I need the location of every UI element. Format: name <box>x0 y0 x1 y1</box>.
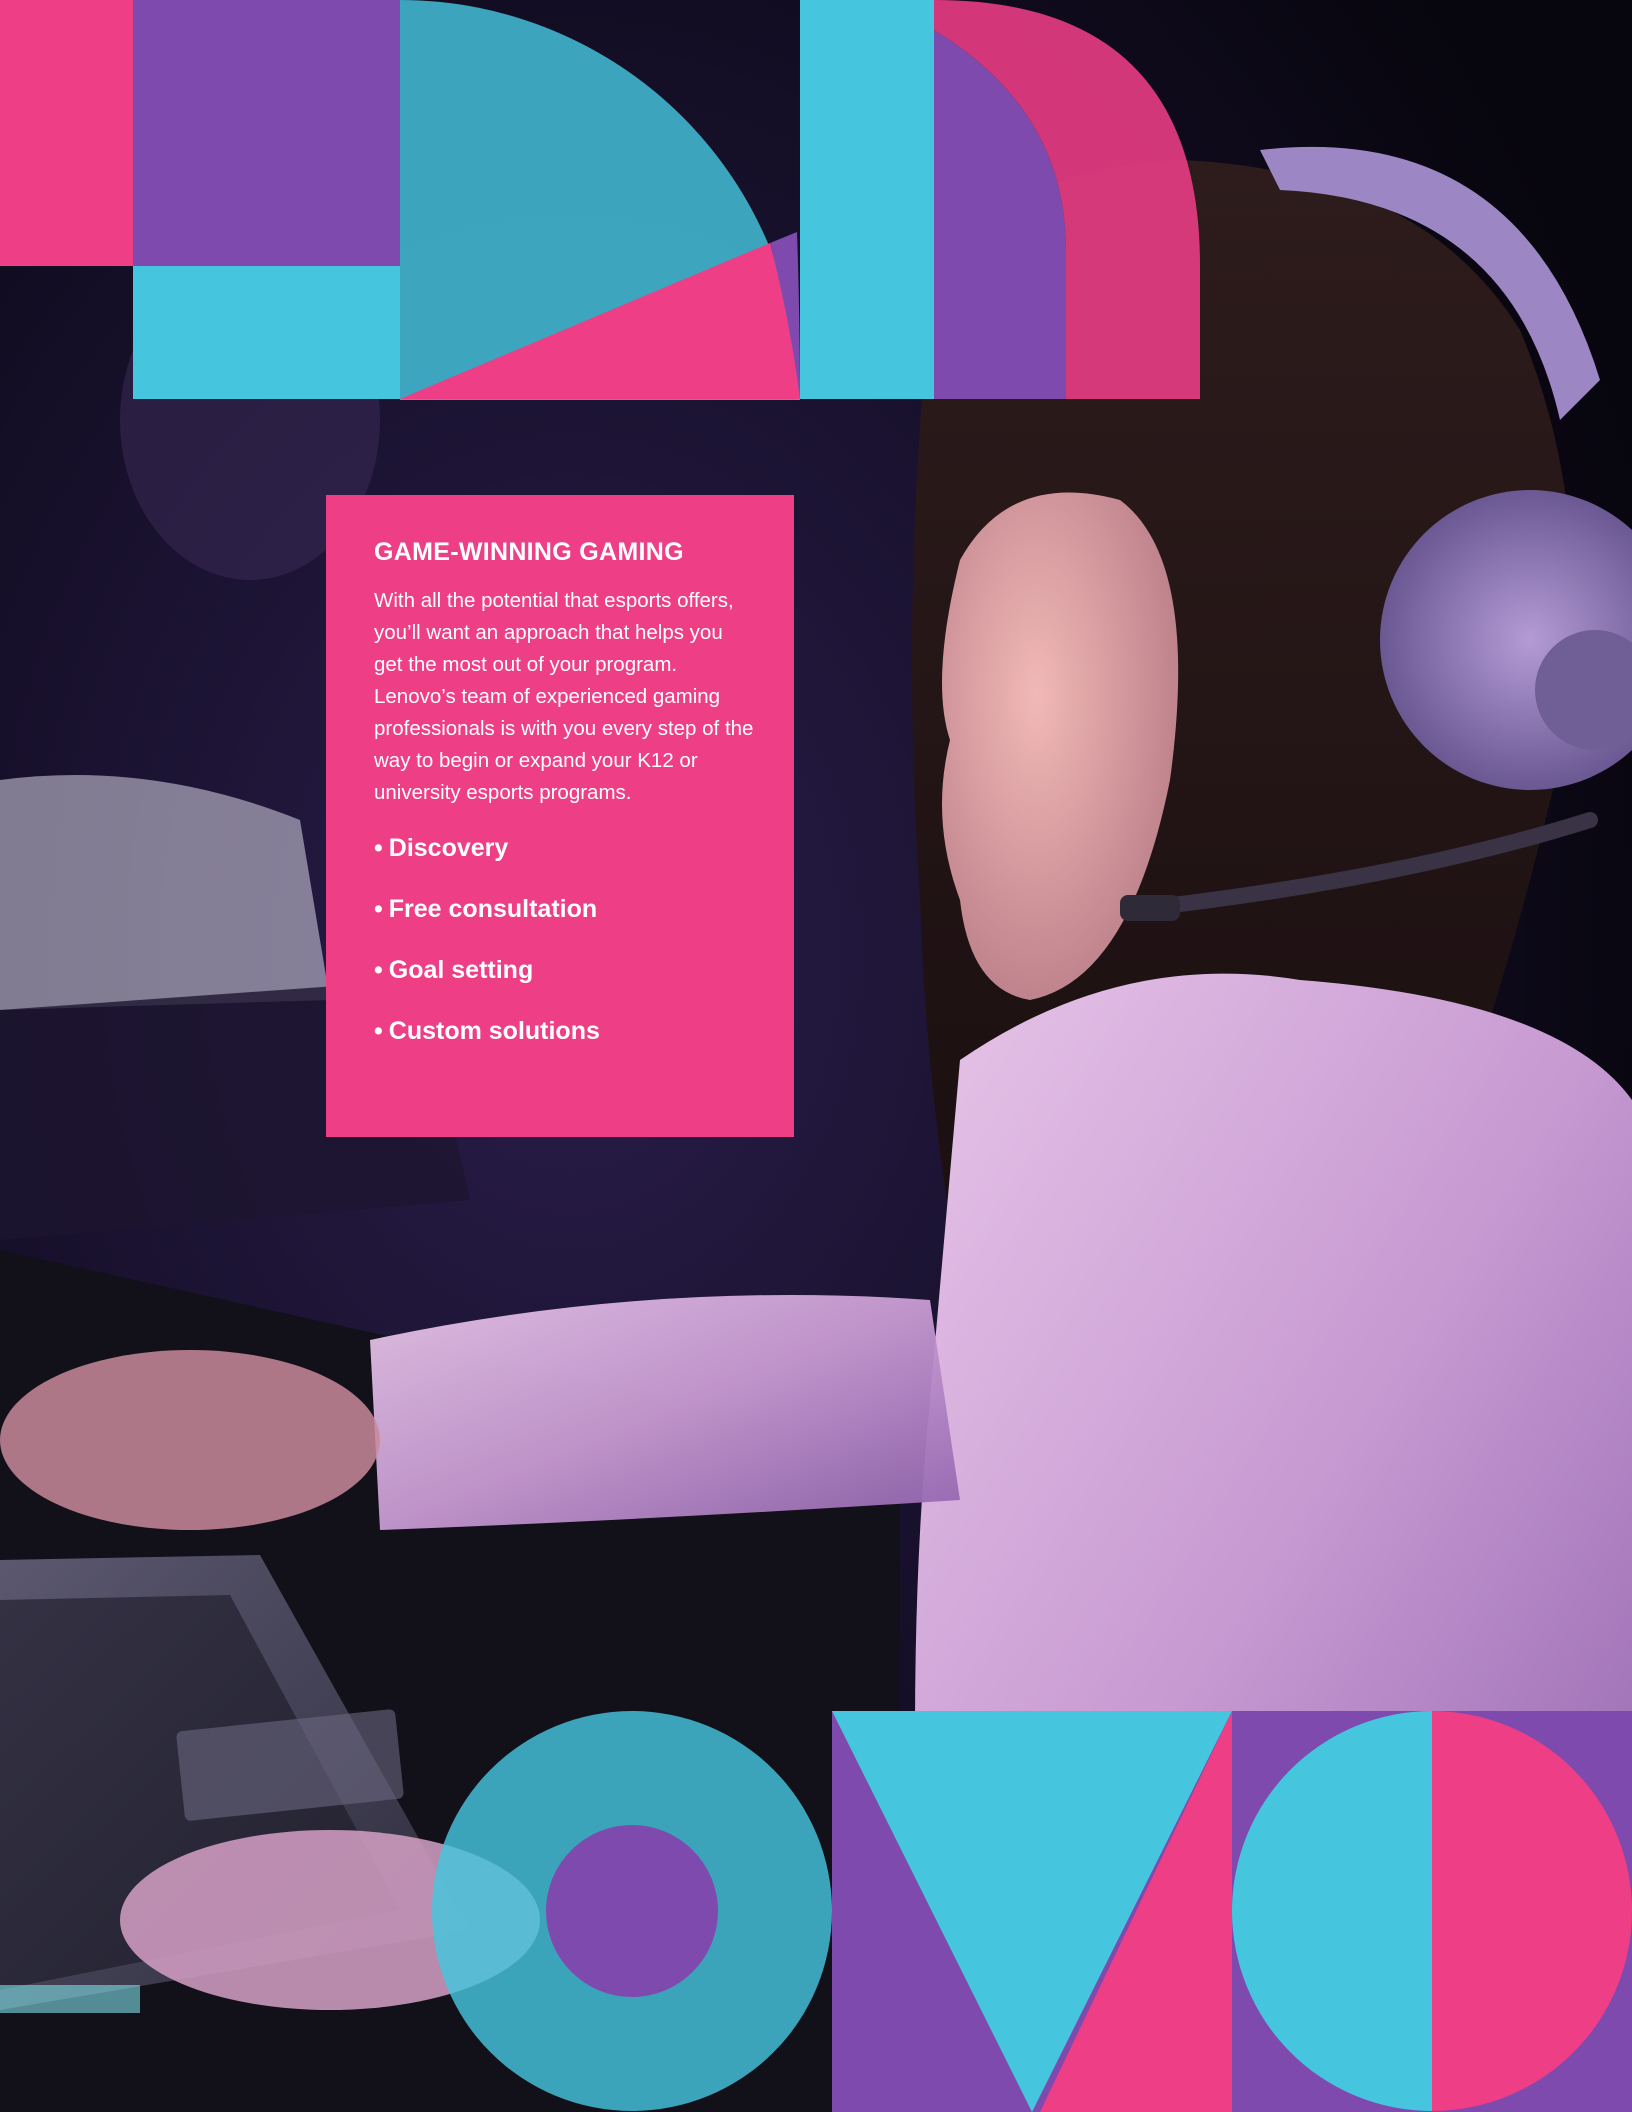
bullet-icon: • <box>374 895 383 923</box>
card-title: GAME-WINNING GAMING <box>374 538 684 566</box>
list-item: • Custom solutions <box>374 1016 754 1046</box>
bullet-icon: • <box>374 956 383 984</box>
list-item-label: Goal setting <box>388 956 534 984</box>
list-item-label: Discovery <box>388 834 509 862</box>
list-item-label: Free consultation <box>388 895 598 923</box>
purple-ring-center <box>546 1825 718 1997</box>
card-body-text: With all the potential that esports offe… <box>374 589 754 804</box>
cyan-square-top <box>133 266 400 399</box>
bullet-icon: • <box>374 834 383 862</box>
list-item: • Free consultation <box>374 894 754 924</box>
geometric-shapes <box>0 0 1632 2112</box>
brochure-page: GAME-WINNING GAMING With all the potenti… <box>0 0 1632 2112</box>
list-item-label: Custom solutions <box>388 1017 600 1045</box>
list-item: • Discovery <box>374 833 754 863</box>
list-item: • Goal setting <box>374 955 754 985</box>
bullet-icon: • <box>374 1017 383 1045</box>
services-list: • Discovery • Free consultation • Goal s… <box>374 833 754 1046</box>
cyan-bar-top <box>800 0 934 399</box>
pink-square-top-left <box>0 0 133 266</box>
purple-square-top <box>133 0 400 266</box>
info-card: GAME-WINNING GAMING With all the potenti… <box>326 495 794 1137</box>
